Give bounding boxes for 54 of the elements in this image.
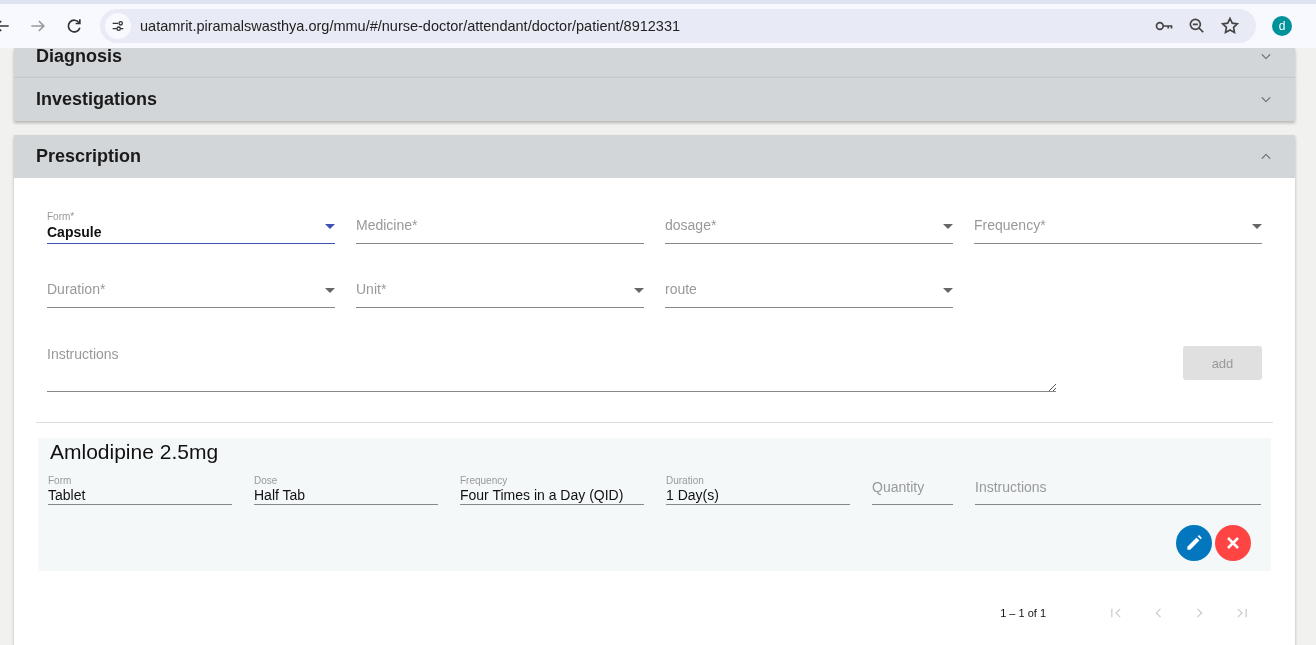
pencil-icon xyxy=(1184,533,1204,553)
field-value: Tablet xyxy=(48,487,87,503)
field-placeholder: Unit* xyxy=(356,281,387,297)
edit-button[interactable] xyxy=(1176,525,1212,561)
dropdown-arrow-icon[interactable] xyxy=(325,288,335,293)
chevron-icon[interactable] xyxy=(1261,96,1271,103)
form-field[interactable]: Frequency* xyxy=(974,208,1262,244)
instructions-field[interactable]: Instructions xyxy=(47,346,1056,392)
field-placeholder: Medicine* xyxy=(356,217,418,233)
field-label: Form xyxy=(48,475,73,486)
field-value: 1 Day(s) xyxy=(666,487,720,503)
form-field[interactable]: dosage* xyxy=(665,208,953,244)
field-placeholder: route xyxy=(665,281,697,297)
field-label: Dose xyxy=(254,475,279,486)
field-label: Duration xyxy=(666,475,705,486)
dropdown-arrow-icon[interactable] xyxy=(325,224,335,229)
delete-button[interactable] xyxy=(1215,525,1251,561)
field-placeholder: Frequency* xyxy=(974,217,1046,233)
field-label: Frequency xyxy=(460,475,509,486)
form-field[interactable]: Medicine* xyxy=(356,208,644,244)
panel-header[interactable]: Diagnosis xyxy=(14,48,1295,77)
panel-title: Diagnosis xyxy=(36,48,123,64)
paginator-range: 1 – 1 of 1 xyxy=(1000,607,1046,619)
panel-header[interactable]: Prescription xyxy=(14,135,1295,178)
medicine-name: Amlodipine 2.5mg xyxy=(50,440,220,464)
chevron-icon[interactable] xyxy=(1261,53,1271,60)
site-settings-icon[interactable] xyxy=(105,13,131,39)
field-placeholder: Duration* xyxy=(47,281,106,297)
form-field[interactable]: route xyxy=(665,272,953,308)
dropdown-arrow-icon[interactable] xyxy=(1252,224,1262,229)
panel-title: Prescription xyxy=(36,146,142,167)
form-field[interactable]: Unit* xyxy=(356,272,644,308)
resize-handle-icon[interactable] xyxy=(1048,383,1056,391)
zoom-out-icon[interactable] xyxy=(1187,16,1207,36)
field-value: Capsule xyxy=(47,224,102,240)
dropdown-arrow-icon[interactable] xyxy=(943,288,953,293)
field-placeholder: Instructions xyxy=(975,479,1048,495)
panel-title: Investigations xyxy=(36,89,158,110)
profile-avatar[interactable]: d xyxy=(1272,16,1292,36)
form-field[interactable]: Form* Capsule xyxy=(47,208,335,244)
panel-header[interactable]: Investigations xyxy=(14,78,1295,121)
address-bar[interactable]: uatamrit.piramalswasthya.org/mmu/#/nurse-doctor/attendant/doctor/patient/8912331 xyxy=(100,9,1256,43)
dropdown-arrow-icon[interactable] xyxy=(634,288,644,293)
field-placeholder: dosage* xyxy=(665,217,717,233)
field-label: Form* xyxy=(47,211,75,222)
field-value: Four Times in a Day (QID) xyxy=(460,487,625,503)
url-text: uatamrit.piramalswasthya.org/mmu/#/nurse-doctor/attendant/doctor/patient/8912331 xyxy=(140,18,681,34)
field-placeholder: Instructions xyxy=(47,346,119,362)
field-value: Half Tab xyxy=(254,487,307,503)
form-field[interactable]: Duration* xyxy=(47,272,335,308)
chevron-icon[interactable] xyxy=(1261,153,1271,160)
star-icon[interactable] xyxy=(1220,16,1240,36)
field-placeholder: Quantity xyxy=(872,479,926,495)
dropdown-arrow-icon[interactable] xyxy=(943,224,953,229)
